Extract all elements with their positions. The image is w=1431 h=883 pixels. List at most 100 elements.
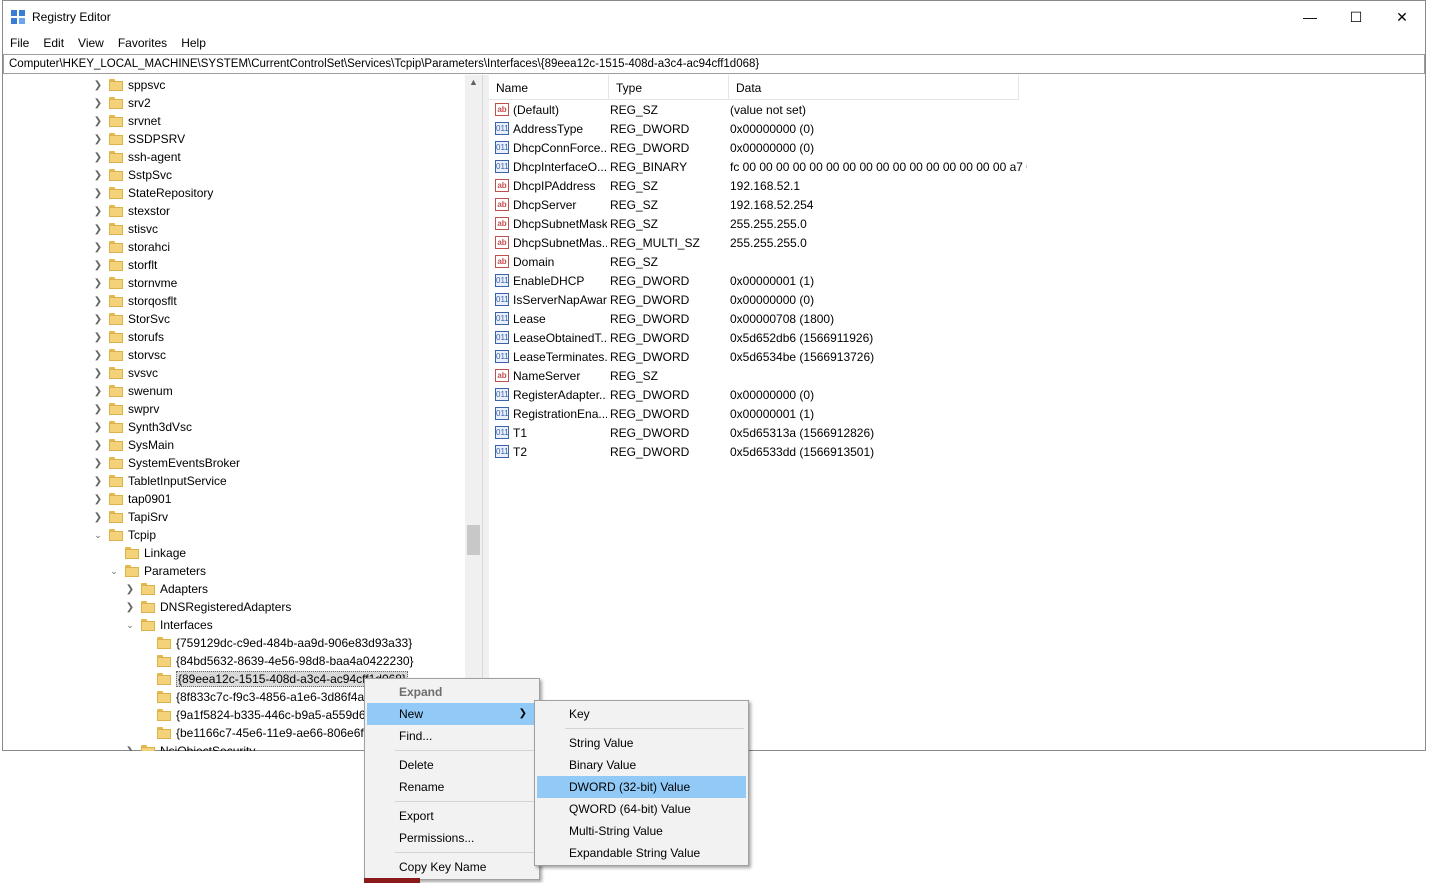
chevron-right-icon[interactable]: ❯ <box>93 296 103 307</box>
chevron-down-icon[interactable]: ⌄ <box>125 620 135 630</box>
value-row[interactable]: 011 RegistrationEna... REG_DWORD 0x00000001… <box>489 404 1027 423</box>
tree-item[interactable]: ❯ srvnet <box>93 112 161 130</box>
tree-item[interactable]: ❯ DNSRegisteredAdapters <box>125 598 292 616</box>
tree-item[interactable]: {8f833c7c-f9c3-4856-a1e6-3d86f4a03 <box>141 688 378 706</box>
submenu-item-qword-value[interactable]: QWORD (64-bit) Value <box>537 798 746 820</box>
tree-item[interactable]: ❯ StateRepository <box>93 184 214 202</box>
tree-item[interactable]: Linkage <box>109 544 186 562</box>
tree-item[interactable]: ❯ Adapters <box>125 580 208 598</box>
tree-item[interactable]: ❯ SysMain <box>93 436 174 454</box>
chevron-down-icon[interactable]: ⌄ <box>93 530 103 540</box>
tree-item[interactable]: ❯ storahci <box>93 238 170 256</box>
column-data[interactable]: Data <box>729 75 1019 99</box>
chevron-right-icon[interactable]: ❯ <box>93 188 103 199</box>
chevron-right-icon[interactable]: ❯ <box>125 584 135 595</box>
chevron-right-icon[interactable]: ❯ <box>93 422 103 433</box>
value-row[interactable]: 011 AddressType REG_DWORD 0x00000000 (0) <box>489 119 1027 138</box>
tree-item[interactable]: ❯ SstpSvc <box>93 166 172 184</box>
tree-item[interactable]: {759129dc-c9ed-484b-aa9d-906e83d93a33} <box>141 634 412 652</box>
chevron-right-icon[interactable]: ❯ <box>93 242 103 253</box>
value-row[interactable]: ab DhcpSubnetMas... REG_MULTI_SZ 255.255.25… <box>489 233 1027 252</box>
tree-item[interactable]: ⌄ Tcpip <box>93 526 156 544</box>
tree-item[interactable]: {9a1f5824-b335-446c-b9a5-a559d68f <box>141 706 376 724</box>
tree-item[interactable]: ❯ swenum <box>93 382 173 400</box>
chevron-right-icon[interactable]: ❯ <box>93 98 103 109</box>
menu-edit[interactable]: Edit <box>36 33 71 53</box>
tree-item[interactable]: ❯ storflt <box>93 256 158 274</box>
tree-item[interactable]: ❯ TabletInputService <box>93 472 227 490</box>
tree-item[interactable]: ❯ storqosflt <box>93 292 177 310</box>
chevron-right-icon[interactable]: ❯ <box>93 134 103 145</box>
chevron-right-icon[interactable]: ❯ <box>93 404 103 415</box>
tree-item[interactable]: ❯ Synth3dVsc <box>93 418 192 436</box>
tree-item[interactable]: ❯ sppsvc <box>93 76 166 94</box>
tree-item[interactable]: {be1166c7-45e6-11e9-ae66-806e6f6e <box>141 724 377 742</box>
tree-item[interactable]: ❯ stisvc <box>93 220 158 238</box>
menu-item-rename[interactable]: Rename <box>367 776 537 798</box>
menu-item-expand[interactable]: Expand <box>367 681 537 703</box>
close-button[interactable]: ✕ <box>1379 1 1425 33</box>
value-row[interactable]: ab DhcpServer REG_SZ 192.168.52.254 <box>489 195 1027 214</box>
menu-item-delete[interactable]: Delete <box>367 754 537 776</box>
submenu-item-expandable-string-value[interactable]: Expandable String Value <box>537 842 746 864</box>
submenu-item-binary-value[interactable]: Binary Value <box>537 754 746 776</box>
chevron-right-icon[interactable]: ❯ <box>93 350 103 361</box>
menu-favorites[interactable]: Favorites <box>111 33 174 53</box>
value-row[interactable]: 011 DhcpInterfaceO... REG_BINARY fc 00 00 0… <box>489 157 1027 176</box>
menu-item-permissions[interactable]: Permissions... <box>367 827 537 849</box>
menu-file[interactable]: File <box>3 33 36 53</box>
submenu-item-multi-string-value[interactable]: Multi-String Value <box>537 820 746 842</box>
chevron-right-icon[interactable]: ❯ <box>93 152 103 163</box>
maximize-button[interactable]: ☐ <box>1333 1 1379 33</box>
tree-item[interactable]: ❯ tap0901 <box>93 490 172 508</box>
value-row[interactable]: 011 IsServerNapAware REG_DWORD 0x00000000 (… <box>489 290 1027 309</box>
pane-splitter[interactable] <box>482 75 489 751</box>
tree-item[interactable]: ❯ SystemEventsBroker <box>93 454 240 472</box>
chevron-right-icon[interactable]: ❯ <box>125 746 135 752</box>
tree-item[interactable]: ❯ NsiObjectSecurity <box>125 742 255 751</box>
menu-help[interactable]: Help <box>174 33 213 53</box>
submenu-item-key[interactable]: Key <box>537 703 746 725</box>
chevron-right-icon[interactable]: ❯ <box>125 602 135 613</box>
value-row[interactable]: ab Domain REG_SZ <box>489 252 1027 271</box>
chevron-right-icon[interactable]: ❯ <box>93 314 103 325</box>
tree-item[interactable]: ❯ storvsc <box>93 346 166 364</box>
submenu-item-string-value[interactable]: String Value <box>537 732 746 754</box>
chevron-right-icon[interactable]: ❯ <box>93 440 103 451</box>
tree-item[interactable]: ⌄ Parameters <box>109 562 206 580</box>
chevron-right-icon[interactable]: ❯ <box>93 206 103 217</box>
chevron-right-icon[interactable]: ❯ <box>93 476 103 487</box>
menu-item-new[interactable]: New ❯ <box>367 703 537 725</box>
column-name[interactable]: Name <box>489 75 609 99</box>
value-row[interactable]: ab (Default) REG_SZ (value not set) <box>489 100 1027 119</box>
tree-item[interactable]: ❯ stexstor <box>93 202 170 220</box>
value-row[interactable]: ab DhcpSubnetMask REG_SZ 255.255.255.0 <box>489 214 1027 233</box>
chevron-right-icon[interactable]: ❯ <box>93 224 103 235</box>
value-row[interactable]: ab NameServer REG_SZ <box>489 366 1027 385</box>
title-bar[interactable]: Registry Editor — ☐ ✕ <box>3 1 1425 33</box>
chevron-right-icon[interactable]: ❯ <box>93 494 103 505</box>
scroll-up-icon[interactable]: ▲ <box>465 77 482 89</box>
chevron-right-icon[interactable]: ❯ <box>93 80 103 91</box>
value-row[interactable]: 011 Lease REG_DWORD 0x00000708 (1800) <box>489 309 1027 328</box>
column-type[interactable]: Type <box>609 75 729 99</box>
tree-scrollbar[interactable]: ▲ <box>465 75 482 751</box>
tree-item[interactable]: {84bd5632-8639-4e56-98d8-baa4a0422230} <box>141 652 414 670</box>
tree-item[interactable]: ❯ StorSvc <box>93 310 170 328</box>
chevron-down-icon[interactable]: ⌄ <box>109 566 119 576</box>
menu-item-find[interactable]: Find... <box>367 725 537 747</box>
scroll-thumb[interactable] <box>467 525 480 555</box>
value-row[interactable]: 011 T2 REG_DWORD 0x5d6533dd (1566913501) <box>489 442 1027 461</box>
tree-item[interactable]: ⌄ Interfaces <box>125 616 212 634</box>
menu-item-copy-key-name[interactable]: Copy Key Name <box>367 856 537 878</box>
chevron-right-icon[interactable]: ❯ <box>93 116 103 127</box>
tree-item[interactable]: ❯ TapiSrv <box>93 508 168 526</box>
tree-item[interactable]: ❯ SSDPSRV <box>93 130 185 148</box>
chevron-right-icon[interactable]: ❯ <box>93 260 103 271</box>
menu-item-export[interactable]: Export <box>367 805 537 827</box>
chevron-right-icon[interactable]: ❯ <box>93 458 103 469</box>
chevron-right-icon[interactable]: ❯ <box>93 170 103 181</box>
chevron-right-icon[interactable]: ❯ <box>93 386 103 397</box>
tree-item[interactable]: ❯ svsvc <box>93 364 158 382</box>
value-row[interactable]: ab DhcpIPAddress REG_SZ 192.168.52.1 <box>489 176 1027 195</box>
